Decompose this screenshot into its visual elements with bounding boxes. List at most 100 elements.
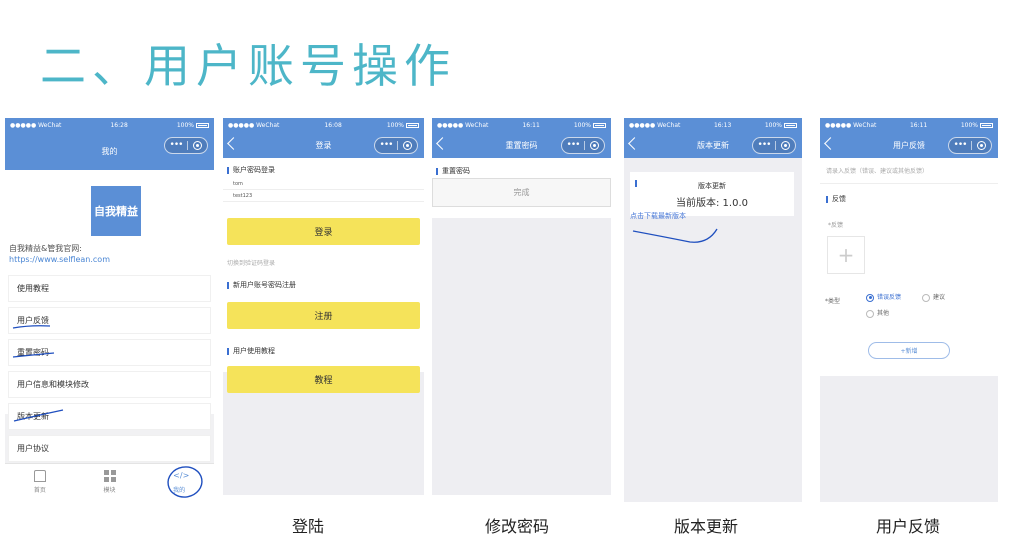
caption-feedback: 用户反馈 [876,517,941,536]
upload-image-button[interactable]: + [827,236,865,274]
tab-home[interactable]: 首页 [5,464,75,501]
option-error[interactable]: 错误反馈 [866,292,901,302]
done-button[interactable]: 完成 [432,178,611,207]
section-marker [826,195,828,203]
capsule-divider [397,141,398,150]
back-icon[interactable] [628,137,641,150]
version-card: 版本更新 当前版本: 1.0.0 [630,172,794,216]
back-icon[interactable] [436,137,449,150]
password-field[interactable]: test123 [223,190,424,202]
caption-change-password: 修改密码 [485,517,550,536]
menu-item-reset-password[interactable]: 重置密码 [9,340,210,365]
profile-panel: 自我精益 自我精益&管我官网: https://www.selflean.com… [5,170,214,461]
miniprogram-capsule[interactable]: ••• [948,137,992,154]
more-icon[interactable]: ••• [562,141,584,150]
plus-icon: + [837,243,855,267]
nav-title: 登录 [315,140,332,150]
battery-label: 100% [573,121,591,129]
section-label: 重置密码 [442,167,470,175]
close-target-icon[interactable] [403,141,412,150]
tab-mine[interactable]: </> 我的 [144,464,214,501]
menu-item-user-info[interactable]: 用户信息和模块修改 [9,372,210,397]
clock: 16:11 [909,121,928,129]
miniprogram-capsule[interactable]: ••• [164,137,208,154]
download-latest-link[interactable]: 点击下载最新版本 [630,211,686,221]
site-info: 自我精益&管我官网: https://www.selflean.com [9,243,110,265]
section-register: 新用户账号密码注册 [227,280,296,290]
section-label: 账户密码登录 [233,166,275,174]
close-target-icon[interactable] [977,141,986,150]
radio-checked-icon [866,293,874,302]
module-grid-icon [103,470,116,482]
close-target-icon[interactable] [193,141,202,150]
type-label: *类型 [825,298,841,305]
login-button[interactable]: 登录 [227,218,420,245]
upload-label: *反馈 [828,222,844,229]
section-marker [436,167,438,175]
add-feedback-button[interactable]: +新增 [868,342,950,359]
clock: 16:28 [110,121,128,129]
nav-bar: 我的 ••• [5,132,214,170]
phone-feedback-screen: ●●●●● WeChat 16:11 100% 用户反馈 ••• 请录入反馈（错… [820,118,998,502]
miniprogram-capsule[interactable]: ••• [374,137,418,154]
phone-version-update-screen: ●●●●● WeChat 16:13 100% 版本更新 ••• 版本更新 当前… [624,118,802,502]
battery-icon [784,122,797,128]
section-label: 新用户账号密码注册 [233,281,296,289]
more-icon[interactable]: ••• [165,141,187,150]
carrier-label: ●●●●● WeChat [437,121,489,129]
caption-version-update: 版本更新 [674,517,739,536]
caption-login: 登陆 [292,517,325,536]
capsule-divider [584,141,585,150]
radio-icon [922,293,930,302]
section-label: 用户使用教程 [233,347,275,355]
username-field[interactable]: tom [223,178,424,190]
feedback-text-input[interactable]: 请录入反馈（错误、建议或其他反馈） [820,158,998,184]
section-marker [227,281,229,289]
menu-item-tutorial[interactable]: 使用教程 [9,276,210,301]
battery-icon [980,122,993,128]
section-label: 反馈 [832,195,846,203]
carrier-label: ●●●●● WeChat [825,121,877,129]
miniprogram-capsule[interactable]: ••• [561,137,605,154]
site-url-link[interactable]: https://www.selflean.com [9,254,110,265]
miniprogram-capsule[interactable]: ••• [752,137,796,154]
back-icon[interactable] [227,137,240,150]
tutorial-button[interactable]: 教程 [227,366,420,393]
menu-list: 使用教程 用户反馈 重置密码 用户信息和模块修改 版本更新 用户协议 [9,276,210,468]
back-icon[interactable] [824,137,837,150]
option-suggestion[interactable]: 建议 [922,292,945,302]
section-reset-password: 重置密码 [436,166,470,176]
close-target-icon[interactable] [781,141,790,150]
status-bar: ●●●●● WeChat 16:11 100% [432,118,611,132]
carrier-label: ●●●●● WeChat [629,121,681,129]
menu-item-user-agreement[interactable]: 用户协议 [9,436,210,461]
nav-title: 用户反馈 [893,140,925,150]
more-icon[interactable]: ••• [753,141,775,150]
home-icon [33,470,46,482]
nav-bar: 版本更新 ••• [624,132,802,158]
battery-label: 100% [960,121,978,129]
version-card-title: 版本更新 [698,182,726,190]
nav-bar: 用户反馈 ••• [820,132,998,158]
nav-bar: 重置密码 ••• [432,132,611,158]
menu-item-version-update[interactable]: 版本更新 [9,404,210,429]
more-icon[interactable]: ••• [375,141,397,150]
switch-to-code-login-link[interactable]: 切换到验证码登录 [227,258,275,267]
tab-module[interactable]: 模块 [75,464,145,501]
more-icon[interactable]: ••• [949,141,971,150]
phone-login-screen: ●●●●● WeChat 16:08 100% 登录 ••• 账户密码登录 to… [223,118,424,495]
tab-bar: 首页 模块 </> 我的 [5,463,214,501]
section-account-login: 账户密码登录 [227,165,275,175]
battery-icon [406,122,419,128]
radio-icon [866,309,874,318]
battery-icon [593,122,606,128]
section-feedback: 反馈 [826,194,846,204]
nav-title: 版本更新 [697,140,729,150]
option-other[interactable]: 其他 [866,308,889,318]
register-button[interactable]: 注册 [227,302,420,329]
status-bar: ●●●●● WeChat 16:11 100% [820,118,998,132]
menu-item-feedback[interactable]: 用户反馈 [9,308,210,333]
capsule-divider [971,141,972,150]
feedback-form: 请录入反馈（错误、建议或其他反馈） 反馈 *反馈 + *类型 错误反馈 建议 其… [820,158,998,376]
close-target-icon[interactable] [590,141,599,150]
